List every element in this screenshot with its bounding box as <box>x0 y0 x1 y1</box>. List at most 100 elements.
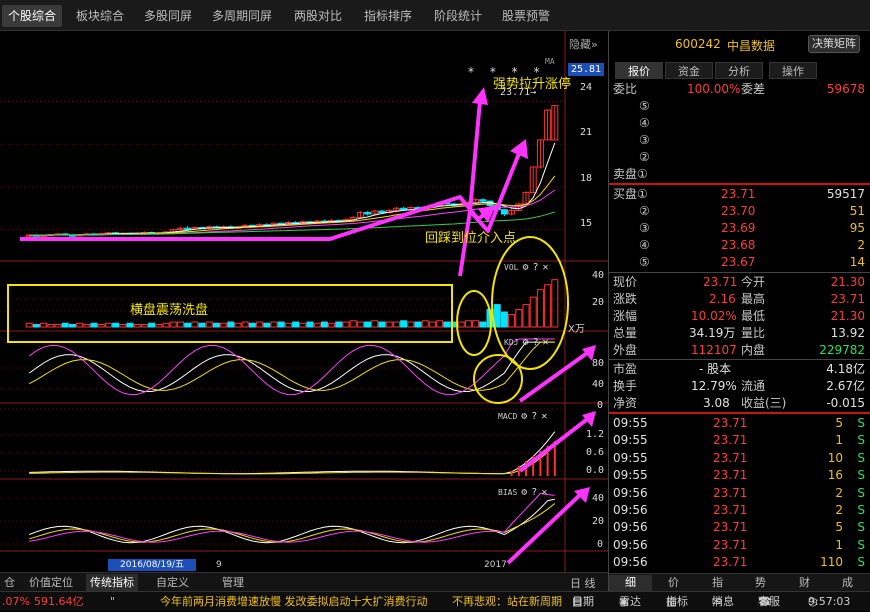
close-icon[interactable]: ✕ <box>541 487 547 498</box>
stock-name: 中昌数据 <box>727 39 776 53</box>
tab-index[interactable]: 指 <box>696 575 739 591</box>
volume-bar <box>25 322 33 328</box>
vol-arrow-head <box>472 87 488 105</box>
sell-row: ② <box>639 150 650 164</box>
volume-bar <box>284 322 292 328</box>
close-icon[interactable]: ✕ <box>543 337 549 348</box>
help-icon[interactable]: ? <box>532 262 538 273</box>
bias-indicator-label: BIAS ⚙? ✕ <box>498 487 548 498</box>
kdj-indicator-label: KDJ ⚙? ✕ <box>504 337 549 348</box>
volume-bar <box>191 321 199 328</box>
vol-unit: X万 <box>568 324 585 335</box>
tab-traditional-indicators[interactable]: 传统指标 <box>86 574 138 591</box>
volume-bar <box>313 322 321 328</box>
hide-button[interactable]: 隐藏» <box>569 36 598 52</box>
volume-bar <box>112 322 120 328</box>
volume-bar <box>464 320 472 328</box>
stock-header: 600242 中昌数据 决策矩阵 <box>609 31 870 58</box>
volume-bar <box>436 320 444 328</box>
tab-funds[interactable]: 资金 <box>665 62 713 79</box>
help-icon[interactable]: ? <box>532 337 538 348</box>
buy-row[interactable]: ② 23.70 51 <box>609 203 870 220</box>
volume-bar <box>385 321 393 328</box>
volume-bar <box>472 320 480 328</box>
decision-matrix-button[interactable]: 决策矩阵 <box>808 35 860 53</box>
tab-trend[interactable]: 势 <box>739 575 782 591</box>
nav-tab-sector-overview[interactable]: 板块综合 <box>70 5 130 27</box>
volume-bar <box>299 322 307 328</box>
volume-bar <box>90 322 98 328</box>
nav-tab-compare[interactable]: 两股对比 <box>288 5 348 27</box>
volume-bar <box>414 321 422 328</box>
volume-bar <box>68 324 76 328</box>
nav-tab-stock-overview[interactable]: 个股综合 <box>2 5 63 27</box>
volume-bar <box>198 322 206 328</box>
kdj-arrow-path <box>518 349 592 403</box>
volume-bar <box>227 321 235 328</box>
tick-row: 09:56 23.71 2 S <box>613 503 865 517</box>
tab-analysis[interactable]: 分析 <box>715 62 763 79</box>
volume-bar <box>126 322 134 328</box>
volume-bar <box>428 321 436 328</box>
volume-bar <box>104 322 112 328</box>
settings-icon[interactable]: ⚙ <box>522 337 528 348</box>
bias-axis-tick: 20 <box>592 516 605 527</box>
volume-bar <box>241 321 249 328</box>
news-ticker-2[interactable]: 不再悲观：站在新周期 <box>452 592 562 612</box>
date-tick: 2017 <box>484 560 507 570</box>
date-highlight: 2016/08/19/五 <box>108 559 196 571</box>
tab-detail[interactable]: 细 <box>609 575 652 591</box>
annotation-strong-rally: 强势拉升涨停 <box>493 77 572 92</box>
candle-body <box>184 227 192 230</box>
tick-row: 09:56 23.71 110 S <box>613 555 865 570</box>
tab-custom[interactable]: 自定义 <box>152 574 193 591</box>
stock-code: 600242 <box>675 37 721 51</box>
tab-position[interactable]: 仓 <box>0 574 19 591</box>
nav-tab-indicator-sort[interactable]: 指标排序 <box>358 5 418 27</box>
divider <box>609 272 870 273</box>
volume-bar <box>421 320 429 328</box>
tab-deals[interactable]: 成 <box>826 575 869 591</box>
candle-body <box>400 207 408 211</box>
stat-row: 外盘 112107 内盘 229782 <box>613 343 865 357</box>
nav-tab-multi-period[interactable]: 多周期同屏 <box>206 5 278 27</box>
ma-label: MA <box>545 57 555 66</box>
volume-series <box>25 279 559 328</box>
tab-quote[interactable]: 报价 <box>615 62 663 79</box>
settings-icon[interactable]: ⚙ <box>521 487 527 498</box>
tab-price[interactable]: 价 <box>652 575 695 591</box>
tab-operation[interactable]: 操作 <box>769 62 817 79</box>
buy-row[interactable]: ⑤ 23.67 14 <box>609 254 870 271</box>
volume-bar <box>443 321 451 328</box>
rally-arrow-path <box>468 150 522 233</box>
nav-tab-multi-stock[interactable]: 多股同屏 <box>138 5 198 27</box>
nav-tab-alerts[interactable]: 股票预警 <box>496 5 556 27</box>
vol-axis-tick: 20 <box>592 297 605 308</box>
close-icon[interactable]: ✕ <box>543 262 549 273</box>
tab-finance[interactable]: 财 <box>783 575 826 591</box>
stat-row: 涨跌 2.16 最高 23.71 <box>613 292 865 306</box>
chart-area[interactable]: 隐藏» MA * * * * 23.71→ 25.81 24 21 18 15 … <box>0 31 608 572</box>
volume-bar <box>306 321 314 328</box>
close-icon[interactable]: ✕ <box>541 411 547 422</box>
bias-axis-tick: 40 <box>592 493 605 504</box>
volume-bar <box>32 324 40 328</box>
help-icon[interactable]: ? <box>531 411 537 422</box>
price-axis-tick: 21 <box>580 127 593 138</box>
volume-bar <box>212 322 220 328</box>
macd-axis-tick: 0.0 <box>586 465 605 476</box>
volume-bar <box>76 322 84 328</box>
settings-icon[interactable]: ⚙ <box>521 411 527 422</box>
news-ticker[interactable]: 今年前两月消费增速放慢 发改委拟启动十大扩消费行动 <box>160 592 428 612</box>
buy-row[interactable]: ③ 23.69 95 <box>609 220 870 237</box>
sell-row: ⑤ <box>639 99 650 113</box>
buy-row[interactable]: ④ 23.68 2 <box>609 237 870 254</box>
tab-value-position[interactable]: 价值定位 <box>25 574 77 591</box>
buy-row[interactable]: 买盘① 23.71 59517 <box>609 186 870 203</box>
tab-manage[interactable]: 管理 <box>218 574 248 591</box>
volume-bar <box>500 311 508 328</box>
settings-icon[interactable]: ⚙ <box>522 262 528 273</box>
nav-tab-stage-stats[interactable]: 阶段统计 <box>428 5 488 27</box>
period-selector[interactable]: 日 线 <box>570 575 596 591</box>
help-icon[interactable]: ? <box>531 487 537 498</box>
